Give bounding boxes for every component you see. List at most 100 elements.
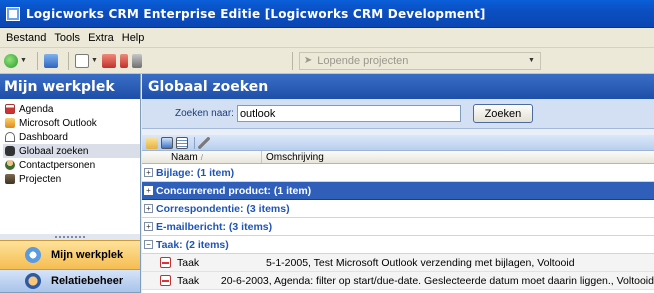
relations-icon [25, 273, 41, 289]
nav-item-label: Globaal zoeken [19, 145, 89, 157]
main-pane: Globaal zoeken Zoeken naar: Zoeken Naam … [142, 74, 654, 293]
group-row-concurrerend-product[interactable]: + Concurrerend product: (1 item) [142, 182, 654, 200]
window-title: Logicworks CRM Enterprise Editie [Logicw… [26, 6, 486, 21]
column-header: Naam / Omschrijving [142, 151, 654, 164]
refresh-icon [4, 53, 18, 68]
cell-naam: Taak [142, 275, 217, 287]
row-name: Taak [177, 256, 200, 269]
table-row[interactable]: Taak 5-1-2005, Test Microsoft Outlook ve… [142, 254, 654, 272]
back-button[interactable]: ▼ [4, 52, 27, 70]
export-icon [119, 53, 128, 68]
new-document-button[interactable]: ▼ [74, 52, 98, 70]
report-icon [101, 53, 116, 68]
column-omschrijving[interactable]: Omschrijving [262, 152, 324, 163]
dashboard-icon [5, 132, 15, 142]
nav-list: Agenda Microsoft Outlook Dashboard Globa… [0, 99, 140, 186]
title-bar: Logicworks CRM Enterprise Editie [Logicw… [0, 0, 654, 28]
relatiebeheer-button[interactable]: Relatiebeheer [0, 270, 140, 293]
calendar-icon [5, 104, 15, 114]
document-icon [74, 53, 89, 68]
search-button[interactable]: Zoeken [472, 104, 533, 123]
nav-item-label: Microsoft Outlook [19, 117, 97, 129]
row-name: Taak [177, 274, 200, 287]
nav-item-projecten[interactable]: Projecten [3, 172, 140, 186]
group-row-bijlage[interactable]: + Bijlage: (1 item) [142, 164, 654, 182]
row-description: 5-1-2005, Test Microsoft Outlook verzend… [266, 256, 575, 269]
folder-icon[interactable] [146, 136, 158, 149]
find-icon[interactable] [161, 136, 173, 149]
nav-item-globaal-zoeken[interactable]: Globaal zoeken [3, 144, 140, 158]
tool-button-3[interactable] [131, 52, 142, 70]
tool-button-1[interactable] [101, 52, 116, 70]
person-icon [5, 160, 15, 170]
group-label: Concurrerend product: (1 item) [156, 184, 312, 197]
group-label: Correspondentie: (3 items) [156, 202, 290, 215]
group-row-taak[interactable]: − Taak: (2 items) [142, 236, 654, 254]
search-input[interactable] [236, 105, 461, 122]
collapse-icon[interactable]: − [144, 240, 153, 249]
task-icon [160, 275, 171, 286]
toolbar-separator [194, 136, 195, 149]
group-label: Bijlage: (1 item) [156, 166, 235, 179]
grid-icon [131, 53, 142, 68]
menu-tools[interactable]: Tools [50, 32, 84, 44]
sort-icon: / [200, 152, 203, 162]
outlook-icon [5, 118, 15, 128]
nav-item-label: Agenda [19, 103, 54, 115]
nav-item-agenda[interactable]: Agenda [3, 102, 140, 116]
wrench-icon[interactable] [198, 136, 210, 149]
group-row-correspondentie[interactable]: + Correspondentie: (3 items) [142, 200, 654, 218]
project-dropdown-label: Lopende projecten [317, 54, 409, 67]
arrow-right-icon: ➤ [303, 55, 313, 66]
nav-item-contactpersonen[interactable]: Contactpersonen [3, 158, 140, 172]
cell-naam: Taak [142, 257, 262, 269]
projects-icon [5, 174, 15, 184]
column-naam[interactable]: Naam / [142, 151, 262, 163]
left-pane-title: Mijn werkplek [0, 74, 140, 99]
menu-help[interactable]: Help [118, 32, 149, 44]
toolbar: ▼ ▼ ➤ Lopende projecten ▼ [0, 48, 654, 74]
page-title: Globaal zoeken [142, 74, 654, 99]
task-icon [160, 257, 171, 268]
menu-extra[interactable]: Extra [84, 32, 118, 44]
left-pane: Mijn werkplek Agenda Microsoft Outlook D… [0, 74, 141, 293]
nav-item-outlook[interactable]: Microsoft Outlook [3, 116, 140, 130]
chevron-down-icon: ▼ [90, 57, 98, 64]
menu-bestand[interactable]: Bestand [3, 32, 50, 44]
expand-icon[interactable]: + [144, 204, 153, 213]
mijn-werkplek-label: Mijn werkplek [51, 249, 124, 261]
search-bar: Zoeken naar: Zoeken [142, 99, 654, 129]
expand-icon[interactable]: + [144, 186, 153, 195]
chevron-down-icon: ▼ [527, 57, 535, 64]
table-row[interactable]: Taak 20-6-2003, Agenda: filter op start/… [142, 272, 654, 290]
project-dropdown[interactable]: ➤ Lopende projecten ▼ [298, 51, 541, 70]
binoculars-icon [5, 146, 15, 156]
relatiebeheer-label: Relatiebeheer [51, 275, 124, 287]
results-toolbar [142, 135, 654, 151]
chevron-down-icon: ▼ [20, 57, 27, 64]
expand-icon[interactable]: + [144, 222, 153, 231]
group-label: E-mailbericht: (3 items) [156, 220, 273, 233]
toolbar-separator [291, 51, 293, 70]
nav-item-label: Projecten [19, 173, 62, 185]
toolbar-separator [67, 51, 69, 70]
nav-item-label: Contactpersonen [19, 159, 96, 171]
nav-item-dashboard[interactable]: Dashboard [3, 130, 140, 144]
group-label: Taak: (2 items) [156, 238, 229, 251]
app-icon [6, 6, 20, 21]
expand-icon[interactable]: + [144, 168, 153, 177]
group-row-e-mailbericht[interactable]: + E-mailbericht: (3 items) [142, 218, 654, 236]
row-description: 20-6-2003, Agenda: filter op start/due-d… [220, 274, 654, 287]
toolbar-separator [36, 51, 38, 70]
menu-bar: Bestand Tools Extra Help [0, 28, 654, 48]
grid-icon[interactable] [176, 136, 188, 149]
window-icon [43, 53, 58, 68]
column-naam-label: Naam [171, 151, 198, 163]
workspace-icon [25, 247, 41, 263]
mijn-werkplek-button[interactable]: Mijn werkplek [0, 240, 140, 270]
grip-icon [55, 236, 85, 238]
nav-item-label: Dashboard [19, 131, 68, 143]
search-label: Zoeken naar: [175, 108, 234, 119]
tool-button-2[interactable] [119, 52, 128, 70]
window-button[interactable] [43, 52, 58, 70]
